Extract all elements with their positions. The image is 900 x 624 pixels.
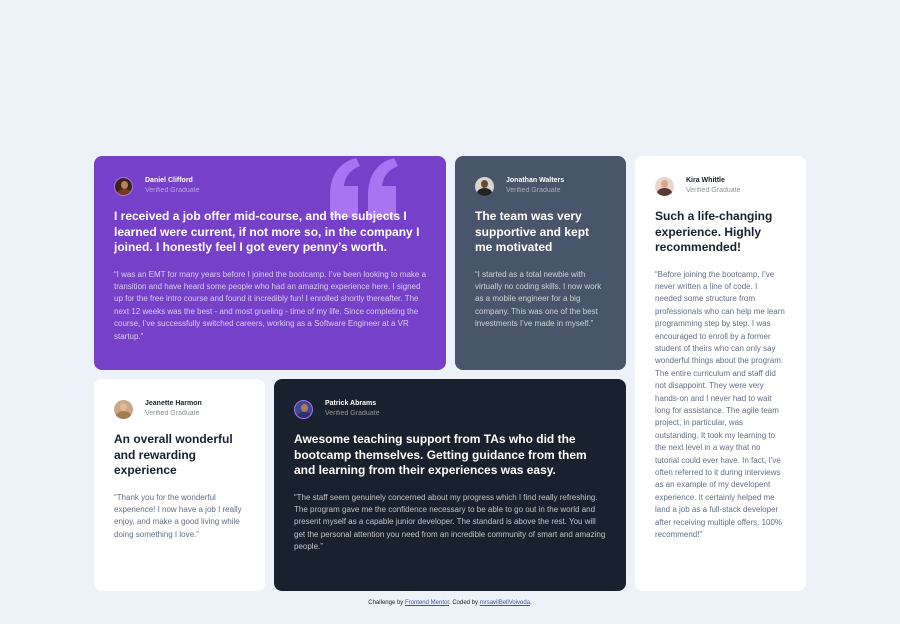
testimonial-body: “Before joining the bootcamp, I’ve never… [655,269,785,540]
author-row: Jeanette Harmon Verified Graduate [114,399,245,419]
attribution-prefix: Challenge by [368,600,404,606]
author-link[interactable]: mrsavilBellVoivoda [480,600,530,606]
author-role: Verified Graduate [686,187,741,194]
testimonial-card-jeanette: Jeanette Harmon Verified Graduate An ove… [94,379,265,591]
testimonial-headline: Such a life-changing experience. Highly … [655,209,773,254]
testimonial-headline: An overall wonderful and rewarding exper… [114,432,233,477]
author-role: Verified Graduate [145,410,200,417]
testimonial-body: “The staff seem genuinely concerned abou… [294,492,606,552]
avatar [294,399,313,419]
author-name: Kira Whittle [686,177,725,184]
avatar [114,176,133,196]
frontend-mentor-link[interactable]: Frontend Mentor [405,600,449,606]
author-name: Patrick Abrams [325,400,377,407]
author-role: Verified Graduate [325,410,380,417]
testimonial-card-kira: Kira Whittle Verified Graduate Such a li… [635,156,806,591]
author-name: Jonathan Walters [506,177,565,184]
author-row: Jonathan Walters Verified Graduate [475,176,606,196]
attribution-footer: Challenge by Frontend Mentor. Coded by m… [0,600,900,606]
author-role: Verified Graduate [506,187,561,194]
author-name: Jeanette Harmon [145,400,202,407]
testimonial-headline: The team was very supportive and kept me… [475,209,590,254]
author-row: Patrick Abrams Verified Graduate [294,399,606,419]
testimonial-card-daniel: Daniel Clifford Verified Graduate I rece… [94,156,446,370]
author-role: Verified Graduate [145,187,200,194]
testimonial-body: “I started as a total newbie with virtua… [475,269,602,329]
attribution-suffix: . [530,600,532,606]
avatar [475,176,494,196]
testimonial-card-patrick: Patrick Abrams Verified Graduate Awesome… [274,379,626,591]
author-row: Daniel Clifford Verified Graduate [114,176,426,196]
avatar [655,176,674,196]
author-row: Kira Whittle Verified Graduate [655,176,786,196]
author-name: Daniel Clifford [145,177,193,184]
testimonial-card-jonathan: Jonathan Walters Verified Graduate The t… [455,156,626,370]
testimonial-headline: Awesome teaching support from TAs who di… [294,432,587,477]
avatar [114,399,133,419]
attribution-middle: . Coded by [449,600,479,606]
testimonial-body: “Thank you for the wonderful experience!… [114,492,242,539]
testimonial-body: “I was an EMT for many years before I jo… [114,269,427,341]
testimonial-headline: I received a job offer mid-course, and t… [114,209,420,254]
